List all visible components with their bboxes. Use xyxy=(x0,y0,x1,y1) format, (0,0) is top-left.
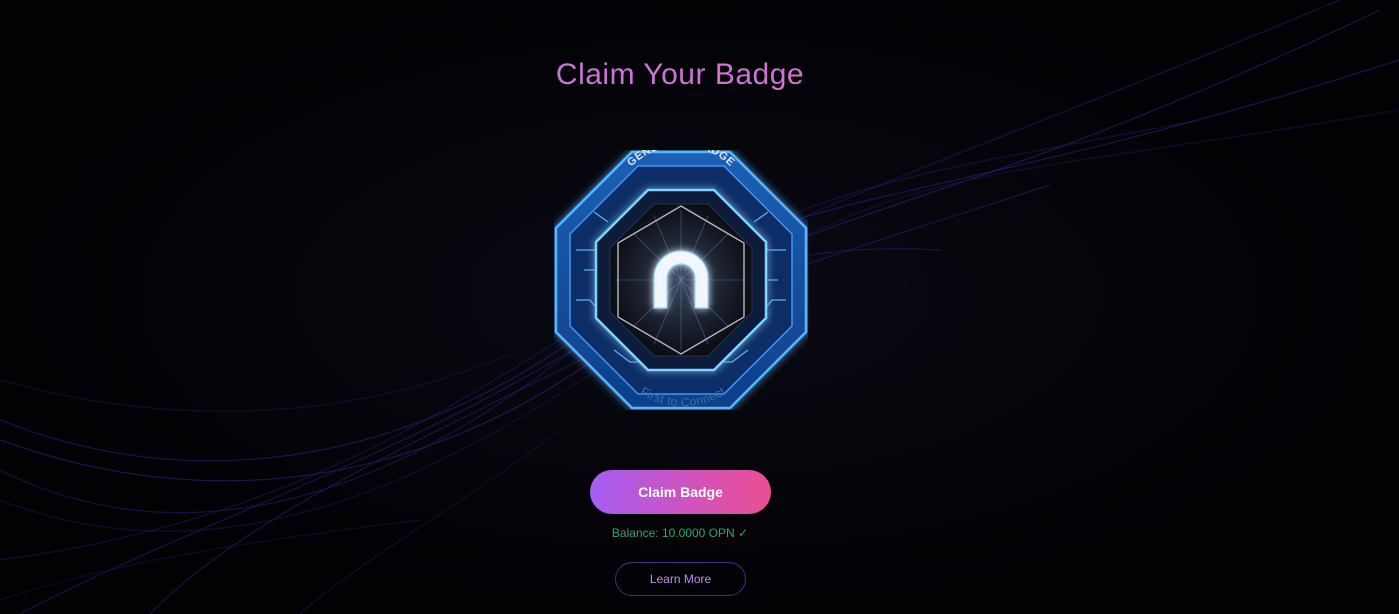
page: Claim Your Badge GEN DGE First to Connec… xyxy=(0,0,1399,614)
genesis-badge: GENESIS ∩-BADGE First to Connect xyxy=(554,150,808,409)
page-title: Claim Your Badge xyxy=(0,58,1360,92)
learn-more-button[interactable]: Learn More xyxy=(615,562,746,596)
balance-status: Balance: 10.0000 OPN ✓ xyxy=(611,526,749,540)
claim-badge-button[interactable]: Claim Badge xyxy=(590,470,771,514)
